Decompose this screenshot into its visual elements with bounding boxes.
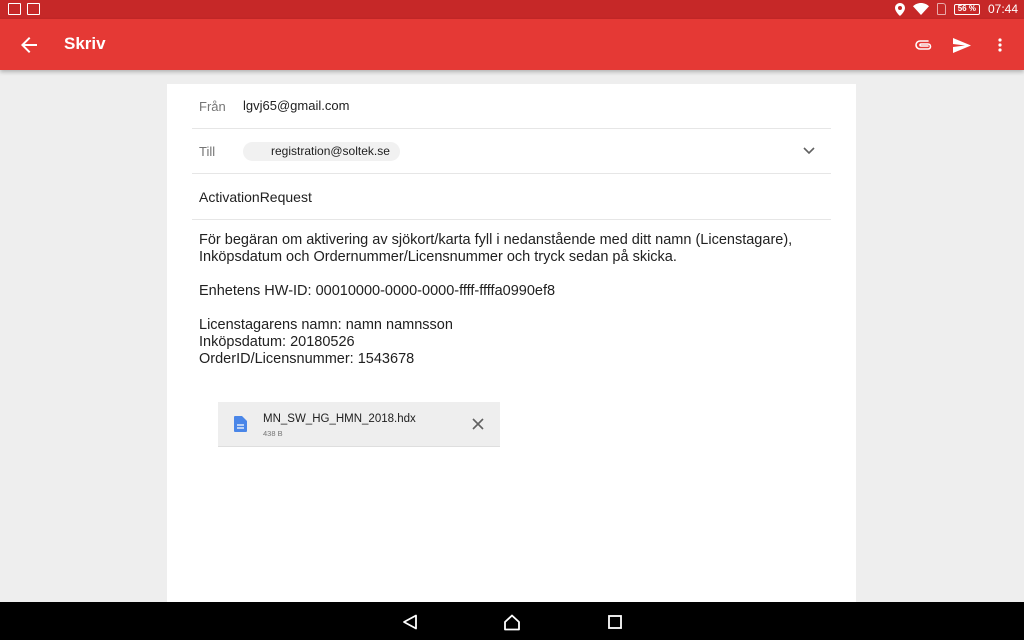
send-icon[interactable] (950, 32, 974, 58)
attachment-card[interactable]: MN_SW_HG_HMN_2018.hdx 438 B (218, 402, 500, 447)
body-line (199, 300, 819, 317)
subject-field[interactable]: ActivationRequest (199, 189, 312, 205)
app-bar: Skriv (0, 19, 1024, 70)
sim-icon (936, 3, 946, 15)
battery-icon: 56 % (953, 3, 980, 15)
clock: 07:44 (987, 2, 1018, 16)
back-triangle-icon[interactable] (399, 611, 421, 633)
recipient-chip[interactable]: registration@soltek.se (243, 142, 400, 161)
location-icon (894, 2, 905, 16)
message-body[interactable]: För begäran om aktivering av sjökort/kar… (199, 232, 819, 368)
page-title: Skriv (64, 34, 106, 53)
chevron-down-icon[interactable] (799, 141, 819, 161)
image-icon (27, 3, 40, 15)
notification-icon (8, 3, 21, 15)
attach-icon[interactable] (912, 32, 936, 58)
body-line: Licenstagarens namn: namn namnsson (199, 317, 453, 333)
status-bar: 56 % 07:44 (0, 0, 1024, 19)
from-field[interactable]: lgvj65@gmail.com (243, 98, 349, 113)
back-arrow-icon[interactable] (16, 32, 42, 58)
compose-card: Från lgvj65@gmail.com Till registration@… (167, 84, 856, 602)
to-label: Till (199, 144, 216, 159)
body-line: För begäran om aktivering av sjökort/kar… (199, 232, 793, 248)
more-vert-icon[interactable] (988, 32, 1012, 58)
navigation-bar (0, 602, 1024, 640)
body-line (199, 266, 819, 283)
wifi-icon (912, 3, 929, 15)
body-line: Inköpsdatum och Ordernummer/Licensnummer… (199, 249, 677, 265)
from-label: Från (199, 99, 226, 114)
body-line: Enhetens HW-ID: 00010000-0000-0000-ffff-… (199, 283, 556, 299)
attachment-size: 438 B (263, 429, 283, 438)
body-line: OrderID/Licensnummer: 1543678 (199, 351, 415, 367)
file-icon (234, 416, 247, 432)
home-icon[interactable] (501, 611, 523, 633)
close-icon[interactable] (470, 416, 486, 432)
body-line: Inköpsdatum: 20180526 (199, 334, 355, 350)
attachment-name: MN_SW_HG_HMN_2018.hdx (263, 413, 416, 425)
recents-icon[interactable] (604, 611, 626, 633)
